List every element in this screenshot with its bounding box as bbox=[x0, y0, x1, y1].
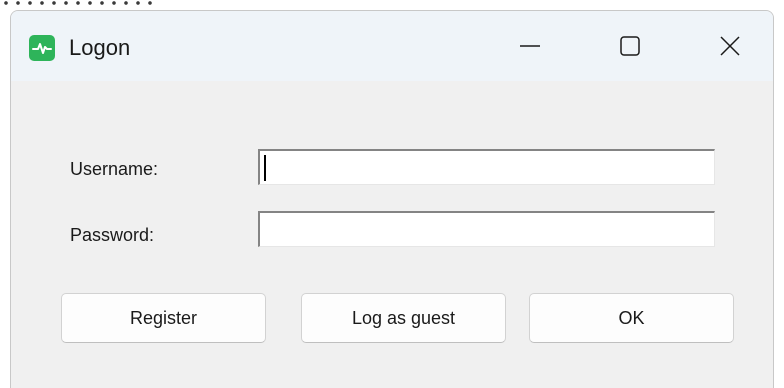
maximize-button[interactable] bbox=[595, 21, 665, 71]
username-input[interactable] bbox=[258, 149, 715, 185]
log-as-guest-button[interactable]: Log as guest bbox=[301, 293, 506, 343]
ok-button[interactable]: OK bbox=[529, 293, 734, 343]
register-button[interactable]: Register bbox=[61, 293, 266, 343]
text-caret bbox=[264, 155, 266, 181]
minimize-icon bbox=[520, 45, 540, 47]
window-title: Logon bbox=[69, 35, 131, 60]
close-icon bbox=[720, 36, 740, 56]
title-bar: Logon bbox=[11, 11, 773, 81]
password-input[interactable] bbox=[258, 211, 715, 247]
app-pulse-icon bbox=[29, 35, 55, 61]
password-label: Password: bbox=[70, 225, 155, 245]
maximize-icon bbox=[620, 36, 640, 56]
username-label: Username: bbox=[70, 159, 159, 179]
logon-window: Logon Username: Password: Register Log a… bbox=[10, 10, 774, 388]
close-button[interactable] bbox=[695, 21, 765, 71]
minimize-button[interactable] bbox=[495, 21, 565, 71]
